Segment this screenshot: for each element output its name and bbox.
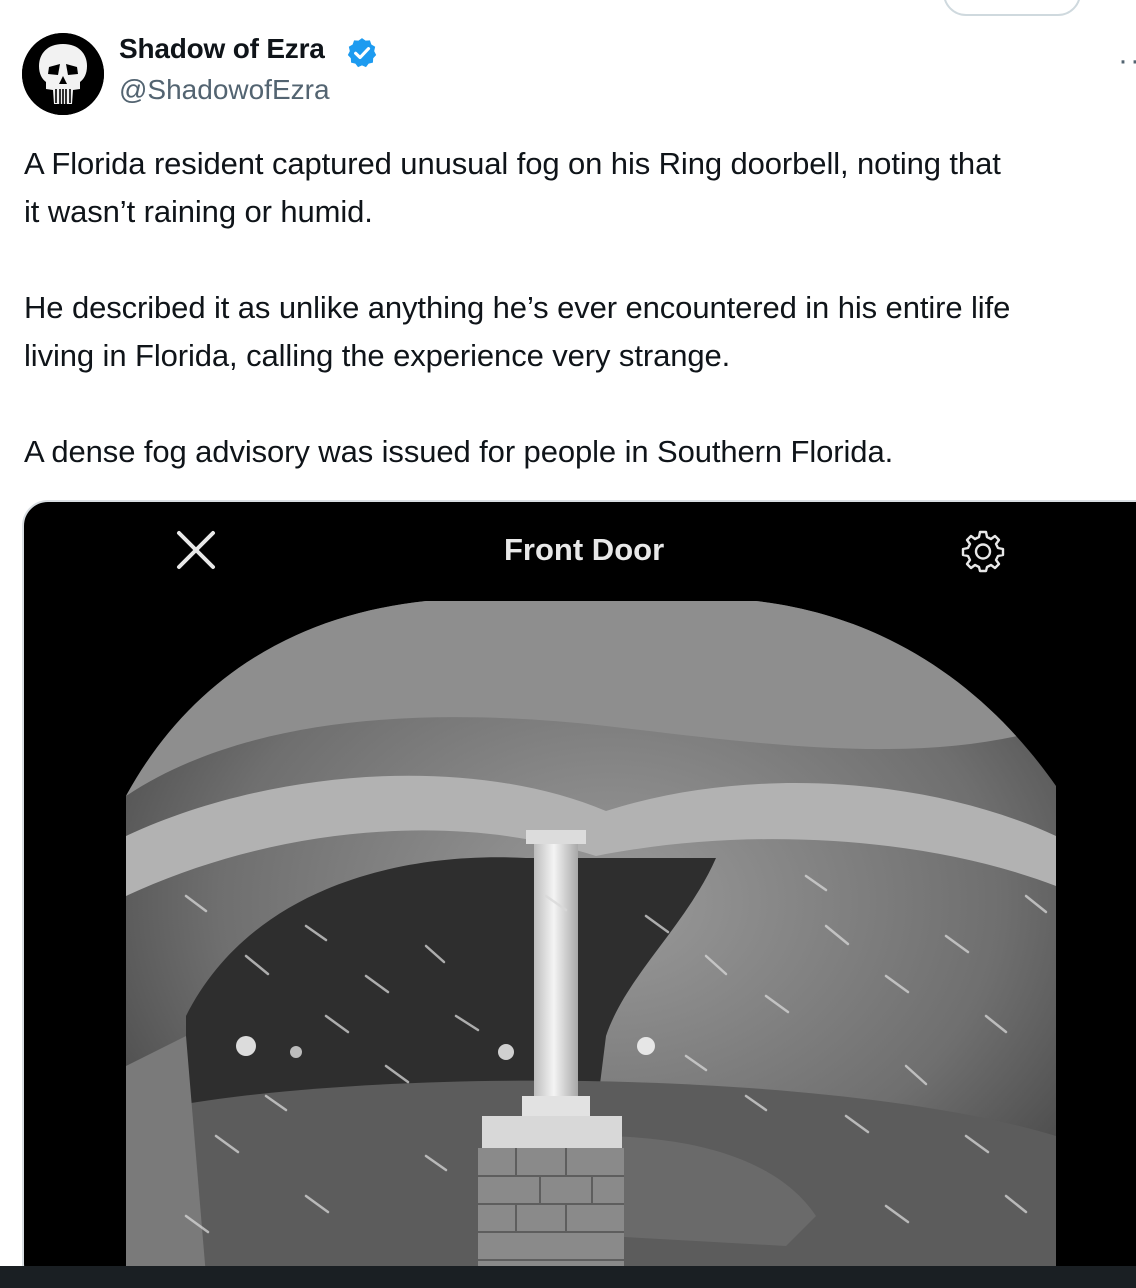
tweet-text: A Florida resident captured unusual fog … [24, 140, 1136, 476]
camera-feed [126, 596, 1056, 1276]
camera-title: Front Door [504, 532, 665, 567]
close-icon[interactable] [174, 528, 218, 572]
skull-logo-icon [22, 33, 104, 115]
tweet-line: A dense fog advisory was issued for peop… [24, 434, 894, 469]
tweet-line: He described it as unlike anything he’s … [24, 290, 1011, 325]
author-handle[interactable]: @ShadowofEzra [119, 74, 330, 106]
media-video[interactable]: Front Door [22, 500, 1136, 1288]
author-name[interactable]: Shadow of Ezra [119, 33, 325, 65]
follow-button[interactable] [943, 0, 1081, 16]
more-icon[interactable]: ·· [1118, 44, 1136, 78]
verified-badge-icon [347, 38, 377, 68]
tweet-line: living in Florida, calling the experienc… [24, 338, 731, 373]
tweet-screen: Shadow of Ezra @ShadowofEzra ·· A Florid… [0, 0, 1136, 1288]
tweet-line: A Florida resident captured unusual fog … [24, 146, 1001, 181]
tweet-line: it wasn’t raining or humid. [24, 194, 373, 229]
bottom-bar [0, 1266, 1136, 1288]
gear-icon[interactable] [960, 528, 1006, 574]
camera-image [126, 596, 1056, 1276]
avatar[interactable] [22, 33, 104, 115]
